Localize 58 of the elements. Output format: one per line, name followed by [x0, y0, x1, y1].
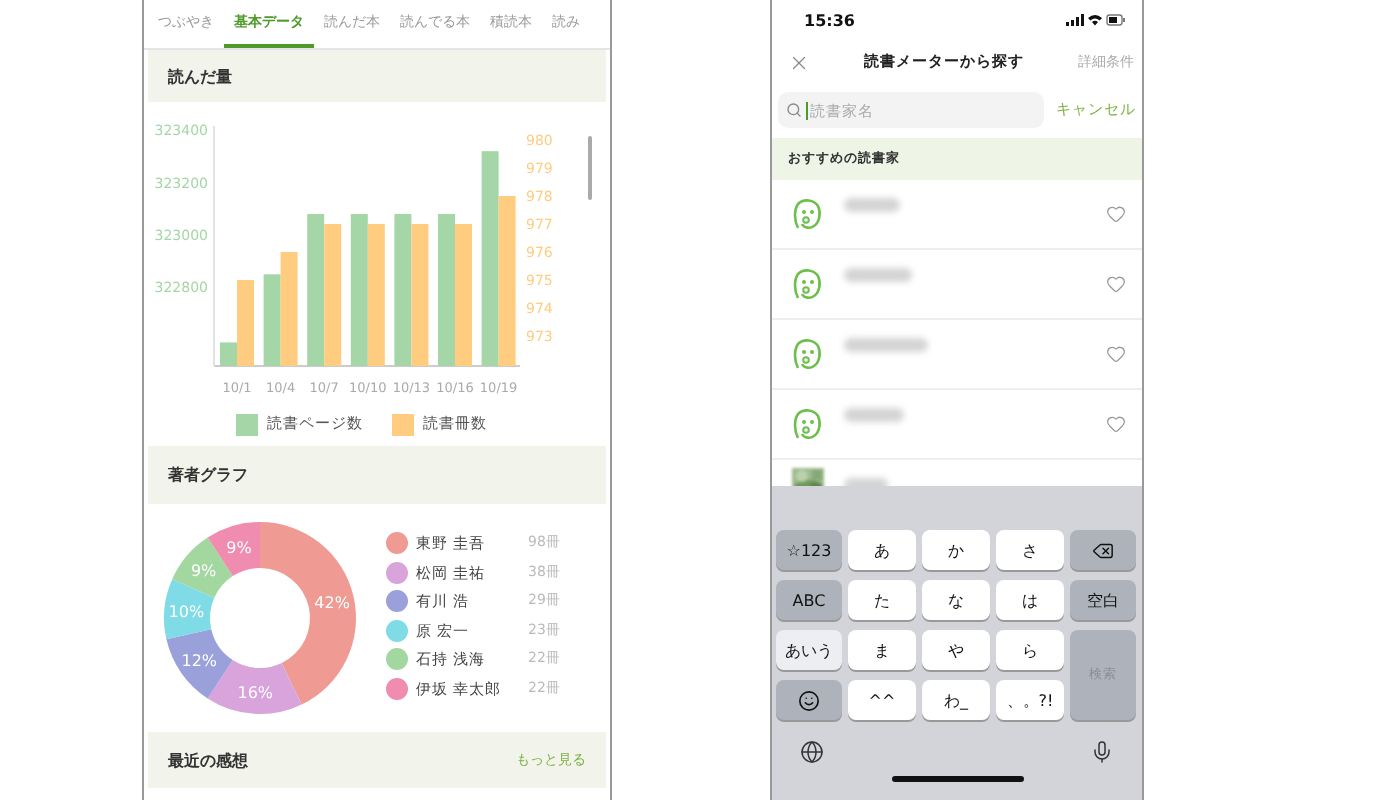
- keyboard-key[interactable]: ま: [848, 630, 916, 670]
- heart-button[interactable]: [1106, 414, 1126, 434]
- slice-label: 9%: [226, 539, 252, 558]
- keyboard-key[interactable]: ら: [996, 630, 1064, 670]
- section-title: 最近の感想: [168, 749, 248, 771]
- heart-button[interactable]: [1106, 344, 1126, 364]
- keyboard-key[interactable]: や: [922, 630, 990, 670]
- keyboard-key[interactable]: 、。?!: [996, 680, 1064, 720]
- backspace-icon: [1092, 539, 1114, 561]
- bar: [263, 274, 281, 366]
- avatar-icon: [792, 337, 822, 371]
- keyboard-key[interactable]: あ: [848, 530, 916, 570]
- keyboard-key[interactable]: ^^: [848, 680, 916, 720]
- emoji-key[interactable]: [776, 680, 842, 720]
- redacted-name: [844, 198, 900, 212]
- redacted-name: [844, 408, 904, 422]
- slice-label: 42%: [314, 593, 350, 612]
- section-title: 著者グラフ: [168, 464, 248, 486]
- status-time: 15:36: [804, 11, 855, 29]
- redacted-name: [844, 268, 912, 282]
- bar: [280, 252, 298, 366]
- avatar-icon: [792, 407, 822, 441]
- search-icon: [786, 102, 802, 118]
- redacted-name: [844, 338, 928, 352]
- slice-label: 12%: [181, 652, 218, 671]
- home-indicator: [891, 776, 1023, 782]
- status-icons: [1066, 12, 1126, 28]
- mic-icon[interactable]: [1090, 740, 1114, 764]
- keyboard-key[interactable]: あいう: [776, 630, 842, 670]
- keyboard-key[interactable]: な: [922, 580, 990, 620]
- avatar-icon: [792, 197, 822, 231]
- scroll-bar[interactable]: [588, 136, 592, 200]
- donut-slice: [164, 579, 215, 640]
- backspace-key[interactable]: [1070, 530, 1136, 570]
- legend-swatch: [391, 413, 413, 435]
- keyboard-key[interactable]: ☆123: [776, 530, 842, 570]
- keyboard-key[interactable]: か: [922, 530, 990, 570]
- slice-label: 16%: [237, 683, 274, 702]
- donut-slice: [166, 629, 233, 699]
- keyboard-key[interactable]: ABC: [776, 580, 842, 620]
- heart-button[interactable]: [1106, 204, 1126, 224]
- bar: [455, 224, 472, 366]
- heart-button[interactable]: [1106, 274, 1126, 294]
- keyboard-key[interactable]: た: [848, 580, 916, 620]
- avatar-icon: [792, 267, 822, 301]
- slice-label: 9%: [190, 562, 217, 581]
- legend-swatch: [235, 413, 257, 435]
- bar: [411, 224, 429, 366]
- close-icon[interactable]: [788, 51, 810, 73]
- slice-label: 10%: [168, 602, 205, 621]
- smiley-icon: [798, 689, 820, 711]
- globe-icon[interactable]: [800, 740, 824, 764]
- keyboard-key[interactable]: わ_: [922, 680, 990, 720]
- keyboard-key[interactable]: は: [996, 580, 1064, 620]
- keyboard-key[interactable]: 空白: [1070, 580, 1136, 620]
- section-title: 読んだ量: [168, 65, 232, 87]
- bar: [324, 224, 342, 366]
- keyboard-key[interactable]: さ: [996, 530, 1064, 570]
